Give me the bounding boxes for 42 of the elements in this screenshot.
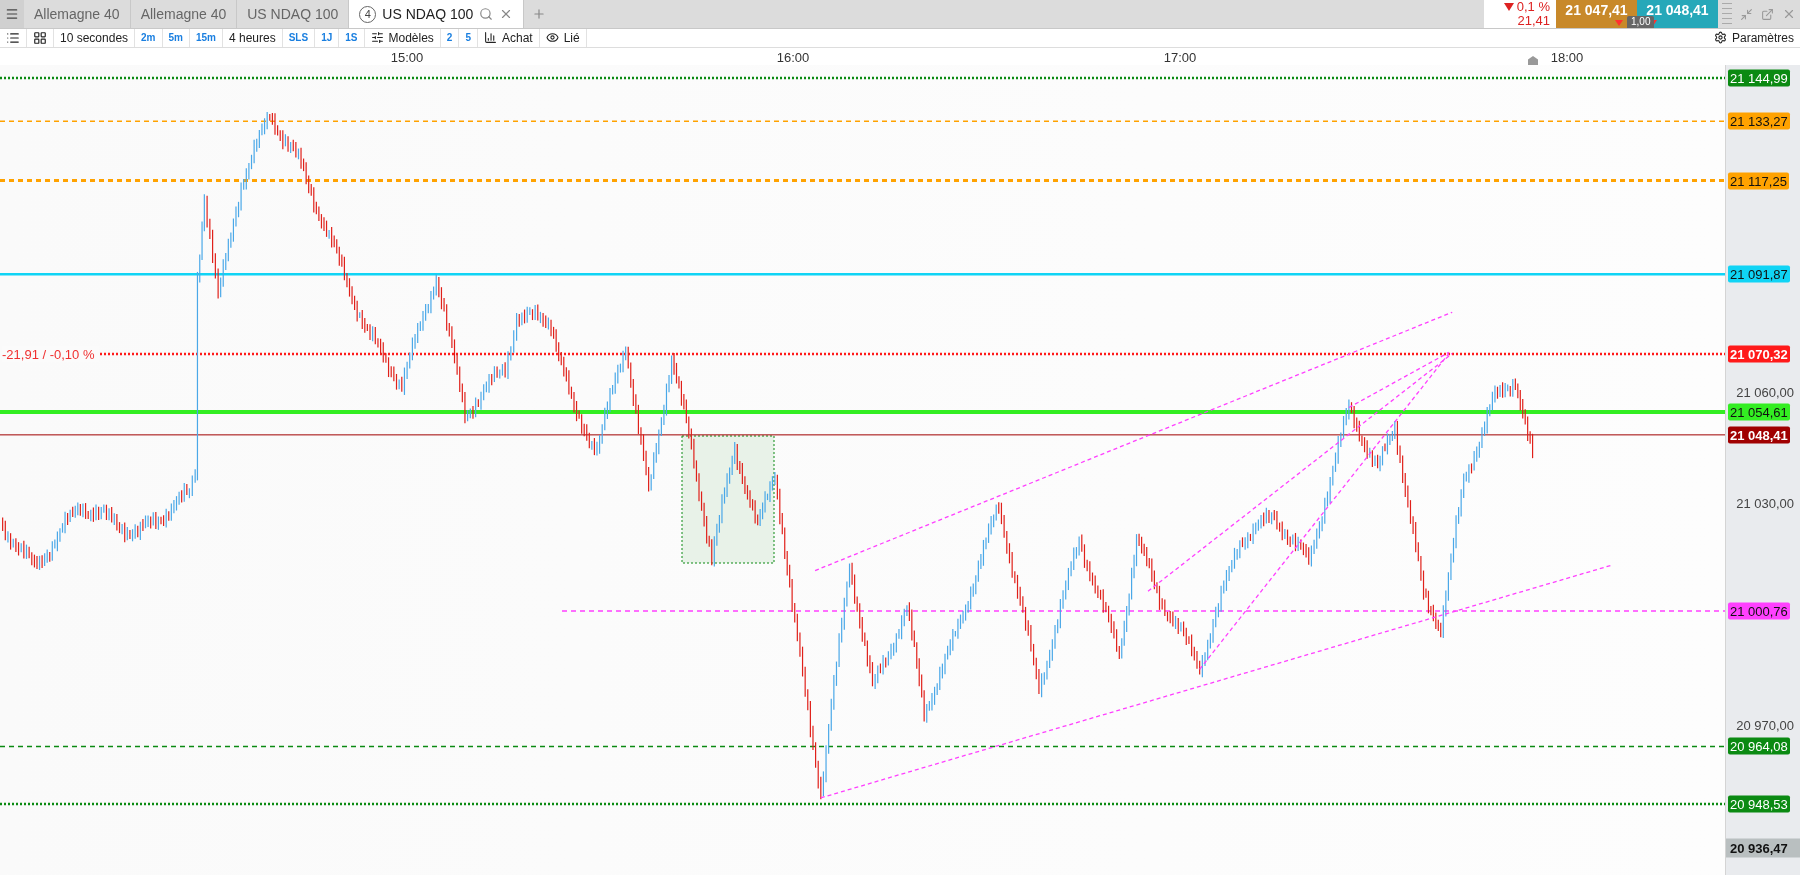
- grid-icon: [33, 30, 47, 45]
- list-icon: [6, 30, 20, 45]
- chart-tab[interactable]: 4 US NDAQ 100: [349, 0, 525, 29]
- menu-button[interactable]: [0, 0, 24, 29]
- change-points: 21,41: [1517, 14, 1550, 29]
- level-price-tag: 21 144,99: [1728, 69, 1790, 87]
- level-price-tag: 21 070,32: [1728, 345, 1790, 363]
- chart-tab[interactable]: Allemagne 40: [130, 0, 238, 29]
- spread-value: 1,00: [1627, 16, 1655, 29]
- menu-icon: [5, 7, 19, 22]
- search-glyph: [479, 7, 494, 22]
- tab-label: Allemagne 40: [34, 6, 120, 23]
- tab-label: Allemagne 40: [140, 6, 227, 23]
- level-price-tag: 21 000,76: [1728, 602, 1790, 620]
- marker-icon[interactable]: [1528, 56, 1538, 65]
- minimize-icon: [1740, 7, 1753, 21]
- level-price-tag: 21 133,27: [1728, 112, 1790, 130]
- axis-tick-label: 21 030,00: [1736, 495, 1794, 511]
- level-price-tag: 20 964,08: [1728, 737, 1790, 755]
- chart-tab[interactable]: Allemagne 40: [24, 0, 131, 29]
- time-label: 17:00: [1163, 49, 1197, 65]
- time-label: 18:00: [1550, 49, 1584, 65]
- time-label: 15:00: [390, 49, 424, 65]
- time-label: 16:00: [776, 49, 810, 65]
- level-price-tag: 21 117,25: [1728, 172, 1789, 189]
- axis-tick-label: 20 970,00: [1736, 717, 1794, 733]
- change-percent: 0,1 %: [1516, 0, 1550, 15]
- search-icon[interactable]: [479, 7, 494, 22]
- eye-icon: [545, 31, 559, 45]
- level-price-tag: 20 948,53: [1728, 795, 1790, 813]
- tab-label: US NDAQ 100: [247, 6, 339, 23]
- sliders-icon: [370, 31, 384, 45]
- level-price-tag: 21 054,61: [1728, 403, 1790, 421]
- bars-icon: [484, 31, 497, 45]
- axis-tick-label: 21 060,00: [1736, 384, 1794, 400]
- last-price-tag: 20 936,47: [1726, 839, 1800, 858]
- tab-label: US NDAQ 100: [382, 6, 474, 23]
- plus-icon: [532, 7, 547, 22]
- level-price-tag: 21 048,41: [1728, 426, 1790, 444]
- settings-icon: [1713, 31, 1727, 45]
- popout-icon: [1761, 7, 1774, 21]
- level-price-tag: 21 091,87: [1728, 265, 1790, 283]
